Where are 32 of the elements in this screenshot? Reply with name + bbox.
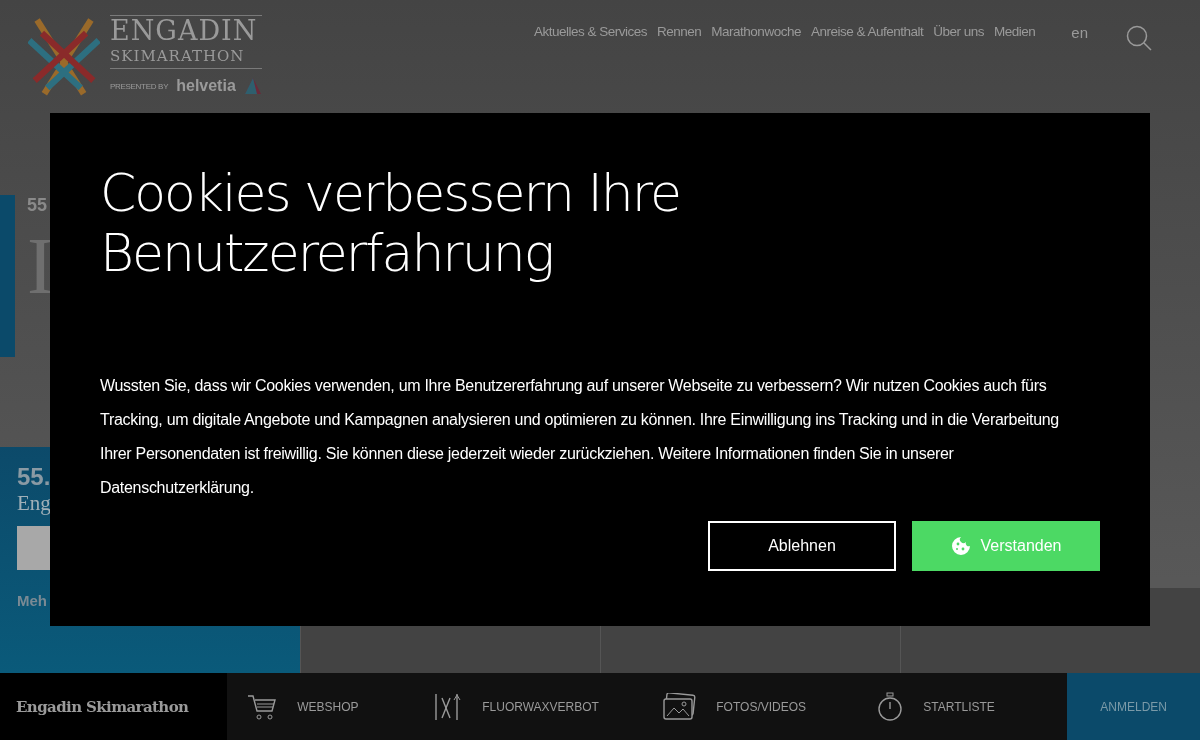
- logo-subtitle: SKIMARATHON: [110, 46, 262, 69]
- nav-link[interactable]: Über uns: [933, 24, 985, 39]
- logo-title: ENGADIN: [110, 15, 262, 46]
- nav-link[interactable]: Anreise & Aufenthalt: [810, 24, 924, 39]
- photo-icon[interactable]: [662, 692, 697, 721]
- race-kicker: 55.: [17, 463, 51, 491]
- quick-link[interactable]: STARTLISTE: [923, 699, 995, 714]
- decline-button[interactable]: Ablehnen: [708, 521, 896, 571]
- register-button[interactable]: ANMELDEN: [1067, 673, 1200, 740]
- cookie-icon: [950, 536, 971, 556]
- search-icon[interactable]: [1126, 25, 1152, 51]
- dialog-text: Wussten Sie, dass wir Cookies verwenden, um Ihre Benutzererfahrung auf unserer Webseite zu verbessern? Wir nutzen Cookies auch fürs Tracking, um digitale Angebote und Kampagnen analysieren und optimieren zu können. Ihre Einwilligung ins Tracking und in die Verarbeitung Ihrer Personendaten ist freiwillig. Sie können diese jederzeit wieder zurückziehen. Weitere Informationen finden Sie in unserer Datenschutzerklärung.: [100, 376, 1060, 498]
- race-title: Eng: [17, 491, 51, 516]
- nav-link[interactable]: Medien: [994, 24, 1036, 39]
- nav-link[interactable]: Marathonwoche: [711, 24, 801, 39]
- language-link[interactable]: en: [1071, 0, 1088, 41]
- tools-icon[interactable]: [432, 691, 463, 722]
- quick-link[interactable]: WEBSHOP: [297, 699, 359, 714]
- more-link[interactable]: Meh: [17, 592, 47, 609]
- quick-link[interactable]: FOTOS/VIDEOS: [716, 699, 807, 714]
- nav-link[interactable]: Rennen: [657, 24, 702, 39]
- hero-kicker: 55: [27, 195, 49, 216]
- dialog-title: Cookies verbessern Ihre Benutzererfahrung: [100, 163, 681, 283]
- sponsor-name: helvetia: [176, 77, 236, 95]
- cart-icon[interactable]: [247, 692, 278, 721]
- quick-link[interactable]: FLUORWAXVERBOT: [482, 699, 599, 714]
- triangle-logo-icon: [243, 77, 262, 95]
- nav-link[interactable]: Aktuelles & Services: [534, 24, 648, 39]
- accept-button[interactable]: Verstanden: [912, 521, 1100, 571]
- presented-by-label: PRESENTED BY: [110, 81, 169, 91]
- stopwatch-icon[interactable]: [877, 691, 904, 722]
- brand-label: Engadin Skimarathon: [0, 673, 228, 740]
